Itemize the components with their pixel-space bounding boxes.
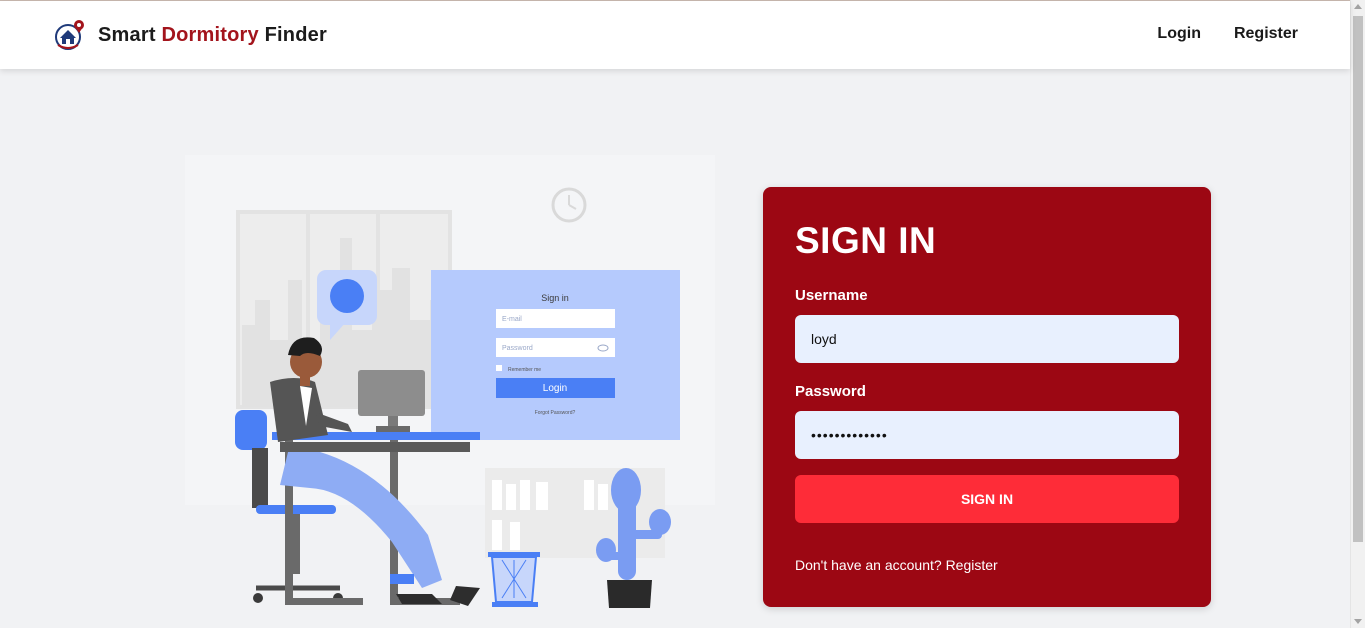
nav-links: Login Register — [1157, 25, 1298, 43]
register-prompt-text: Don't have an account? — [795, 557, 942, 573]
password-label: Password — [795, 383, 866, 400]
mockup-checkbox — [496, 365, 502, 371]
mockup-password-placeholder: Password — [502, 345, 533, 352]
mockup-remember: Remember me — [508, 367, 541, 373]
nav-login-link[interactable]: Login — [1157, 25, 1201, 43]
sign-in-card: SIGN IN Username Password SIGN IN Don't … — [763, 187, 1211, 607]
mockup-forgot: Forgot Password? — [535, 410, 576, 416]
brand-name-part2: Dormitory — [161, 23, 259, 46]
scroll-down-arrow-icon[interactable] — [1354, 619, 1362, 624]
scroll-thumb[interactable] — [1353, 16, 1363, 542]
sign-in-title: SIGN IN — [795, 220, 937, 261]
username-input[interactable] — [795, 315, 1179, 363]
house-location-pin-icon — [55, 20, 84, 50]
register-prompt: Don't have an account? Register — [795, 557, 998, 573]
register-link[interactable]: Register — [946, 557, 998, 573]
sign-in-button[interactable]: SIGN IN — [795, 475, 1179, 523]
nav-register-link[interactable]: Register — [1234, 25, 1298, 43]
navbar: Smart Dormitory Finder Login Register — [0, 1, 1350, 69]
mockup-title: Sign in — [541, 293, 569, 303]
brand-name: Smart Dormitory Finder — [98, 24, 327, 47]
mockup-login-label: Login — [543, 383, 567, 394]
workspace-illustration: Sign in E-mail Password Remember me Logi… — [185, 155, 715, 608]
brand-name-part3: Finder — [264, 23, 327, 46]
brand[interactable]: Smart Dormitory Finder — [54, 19, 327, 51]
password-input[interactable] — [795, 411, 1179, 459]
login-mockup-panel: Sign in E-mail Password Remember me Logi… — [431, 270, 680, 440]
mockup-email-placeholder: E-mail — [502, 316, 522, 323]
username-label: Username — [795, 287, 868, 304]
vertical-scrollbar[interactable] — [1350, 0, 1365, 628]
brand-name-part1: Smart — [98, 23, 156, 46]
trash-bin — [488, 552, 540, 607]
scroll-up-arrow-icon[interactable] — [1354, 4, 1362, 9]
